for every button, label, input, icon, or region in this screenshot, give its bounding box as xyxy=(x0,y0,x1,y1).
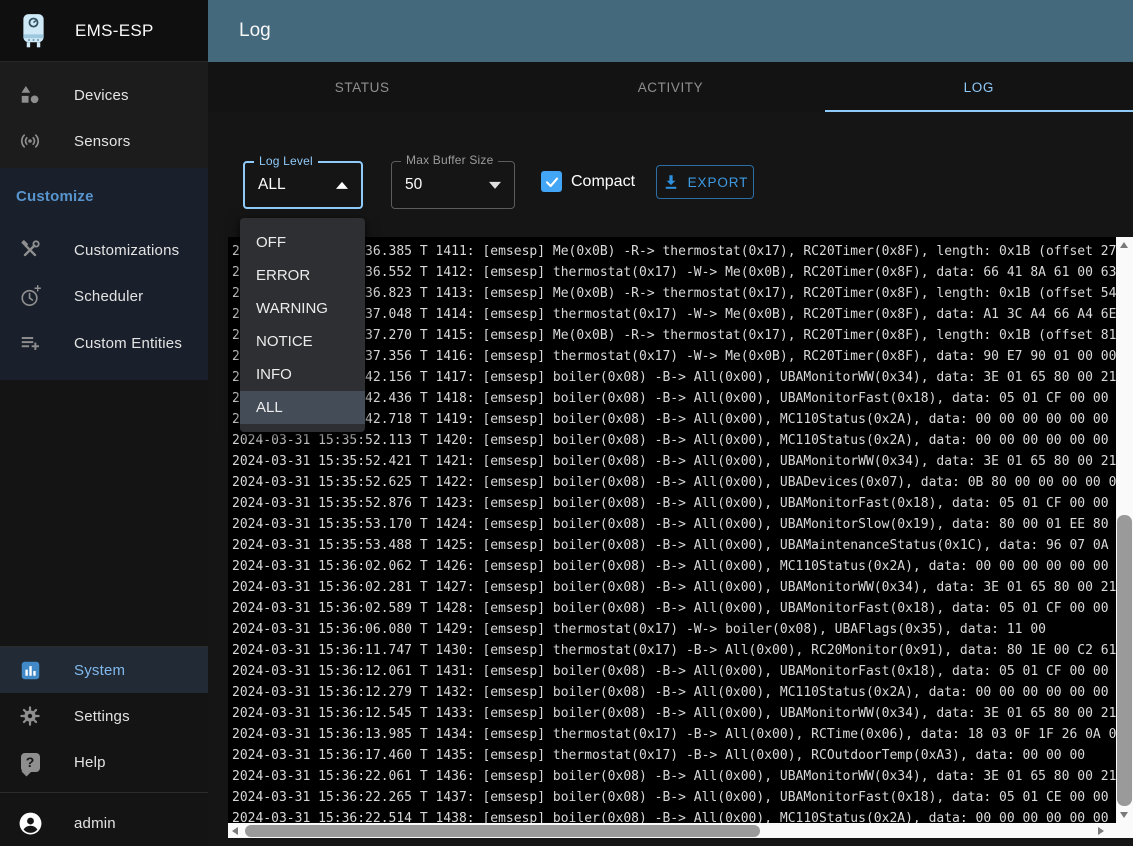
sidebar-item-label: System xyxy=(74,662,125,679)
sensors-icon xyxy=(17,129,43,153)
sidebar-item-settings[interactable]: Settings xyxy=(0,693,208,739)
tools-icon xyxy=(17,239,43,261)
log-line: 2024-03-31 15:35:52.421 T 1421: [emsesp]… xyxy=(232,451,1116,472)
sidebar-item-label: Settings xyxy=(74,708,130,725)
export-button[interactable]: EXPORT xyxy=(656,165,754,199)
tab-status[interactable]: STATUS xyxy=(208,62,516,112)
sidebar-user-admin[interactable]: admin xyxy=(0,800,208,846)
sidebar-item-sensors[interactable]: Sensors xyxy=(0,118,208,164)
menu-item-notice[interactable]: NOTICE xyxy=(240,325,365,358)
sidebar: EMS-ESP Devices xyxy=(0,0,208,846)
scroll-up-arrow-icon[interactable] xyxy=(1120,242,1128,248)
scroll-down-arrow-icon[interactable] xyxy=(1120,812,1128,818)
shapes-icon xyxy=(17,84,43,106)
compact-checkbox-label[interactable]: Compact xyxy=(571,171,635,192)
sidebar-item-custom-entities[interactable]: Custom Entities xyxy=(0,320,208,366)
app-logo-row: EMS-ESP xyxy=(0,0,208,62)
account-icon xyxy=(17,811,43,836)
log-line: 2024-03-31 15:36:12.545 T 1433: [emsesp]… xyxy=(232,703,1116,724)
sidebar-item-label: Sensors xyxy=(74,133,130,150)
max-buffer-size-select[interactable]: Max Buffer Size 50 xyxy=(391,161,515,209)
log-line: 2024-03-31 15:35:53.170 T 1424: [emsesp]… xyxy=(232,514,1116,535)
tab-log-label: LOG xyxy=(964,80,994,95)
chevron-up-icon xyxy=(336,182,348,189)
log-line: 2024-03-31 15:36:12.279 T 1432: [emsesp]… xyxy=(232,682,1116,703)
app-title: EMS-ESP xyxy=(75,21,154,41)
playlist-add-icon xyxy=(17,332,43,354)
log-line: 2024-03-31 15:35:53.488 T 1425: [emsesp]… xyxy=(232,535,1116,556)
checkmark-icon xyxy=(544,174,560,190)
log-line: 2024-03-31 15:36:17.460 T 1435: [emsesp]… xyxy=(232,745,1116,766)
log-level-dropdown-menu: OFF ERROR WARNING NOTICE INFO ALL xyxy=(240,218,365,432)
log-line: 2024-03-31 15:36:02.589 T 1428: [emsesp]… xyxy=(232,598,1116,619)
sidebar-item-scheduler[interactable]: Scheduler xyxy=(0,273,208,319)
log-line: 2024-03-31 15:36:06.080 T 1429: [emsesp]… xyxy=(232,619,1116,640)
tab-bar: STATUS ACTIVITY LOG xyxy=(208,62,1133,112)
max-buffer-size-value: 50 xyxy=(405,176,422,194)
vertical-scrollbar-thumb[interactable] xyxy=(1117,515,1132,806)
menu-item-error[interactable]: ERROR xyxy=(240,259,365,292)
scroll-left-arrow-icon[interactable] xyxy=(232,827,238,835)
schedule-add-icon xyxy=(17,285,43,308)
help-icon: ? xyxy=(17,753,43,772)
scroll-right-arrow-icon[interactable] xyxy=(1098,827,1104,835)
horizontal-scrollbar[interactable] xyxy=(228,823,1116,838)
sidebar-item-label: Help xyxy=(74,754,106,771)
bar-chart-icon xyxy=(17,660,43,681)
sidebar-item-help[interactable]: ? Help xyxy=(0,739,208,785)
export-button-label: EXPORT xyxy=(688,175,749,190)
log-line: 2024-03-31 15:36:22.061 T 1436: [emsesp]… xyxy=(232,766,1116,787)
user-name-label: admin xyxy=(74,815,116,832)
log-line: 2024-03-31 15:35:52.625 T 1422: [emsesp]… xyxy=(232,472,1116,493)
sidebar-item-label: Customizations xyxy=(74,242,179,259)
sidebar-item-label: Custom Entities xyxy=(74,335,182,352)
customize-section-header: Customize xyxy=(16,188,94,205)
log-line: 2024-03-31 15:36:11.747 T 1430: [emsesp]… xyxy=(232,640,1116,661)
tab-log[interactable]: LOG xyxy=(825,62,1133,112)
download-icon xyxy=(662,173,680,191)
menu-item-info[interactable]: INFO xyxy=(240,358,365,391)
compact-checkbox[interactable] xyxy=(541,171,562,192)
sidebar-item-label: Devices xyxy=(74,87,129,104)
horizontal-scrollbar-thumb[interactable] xyxy=(245,825,760,837)
sidebar-item-customizations[interactable]: Customizations xyxy=(0,227,208,273)
menu-item-all[interactable]: ALL xyxy=(240,391,365,424)
page-title: Log xyxy=(239,20,271,42)
log-line: 2024-03-31 15:36:02.062 T 1426: [emsesp]… xyxy=(232,556,1116,577)
max-buffer-size-label: Max Buffer Size xyxy=(401,153,498,167)
log-line: 2024-03-31 15:36:02.281 T 1427: [emsesp]… xyxy=(232,577,1116,598)
log-level-label: Log Level xyxy=(254,154,318,168)
menu-item-off[interactable]: OFF xyxy=(240,226,365,259)
log-line: 2024-03-31 15:35:52.113 T 1420: [emsesp]… xyxy=(232,430,1116,451)
gear-icon xyxy=(17,705,43,727)
log-line: 2024-03-31 15:35:52.876 T 1423: [emsesp]… xyxy=(232,493,1116,514)
sidebar-item-devices[interactable]: Devices xyxy=(0,72,208,118)
log-level-select[interactable]: Log Level ALL xyxy=(243,161,363,209)
vertical-scrollbar[interactable] xyxy=(1116,237,1133,823)
sidebar-item-system[interactable]: System xyxy=(0,647,208,693)
scrollbar-corner xyxy=(1116,823,1133,838)
sidebar-item-label: Scheduler xyxy=(74,288,143,305)
log-level-value: ALL xyxy=(258,176,286,194)
menu-item-warning[interactable]: WARNING xyxy=(240,292,365,325)
sidebar-divider xyxy=(0,792,208,793)
chevron-down-icon xyxy=(489,182,501,189)
log-line: 2024-03-31 15:36:12.061 T 1431: [emsesp]… xyxy=(232,661,1116,682)
boiler-logo-icon xyxy=(20,13,47,49)
tab-activity[interactable]: ACTIVITY xyxy=(516,62,824,112)
log-line: 2024-03-31 15:36:22.265 T 1437: [emsesp]… xyxy=(232,787,1116,808)
log-line: 2024-03-31 15:36:13.985 T 1434: [emsesp]… xyxy=(232,724,1116,745)
topbar: Log xyxy=(208,0,1133,62)
ems-esp-app: EMS-ESP Devices xyxy=(0,0,1133,846)
